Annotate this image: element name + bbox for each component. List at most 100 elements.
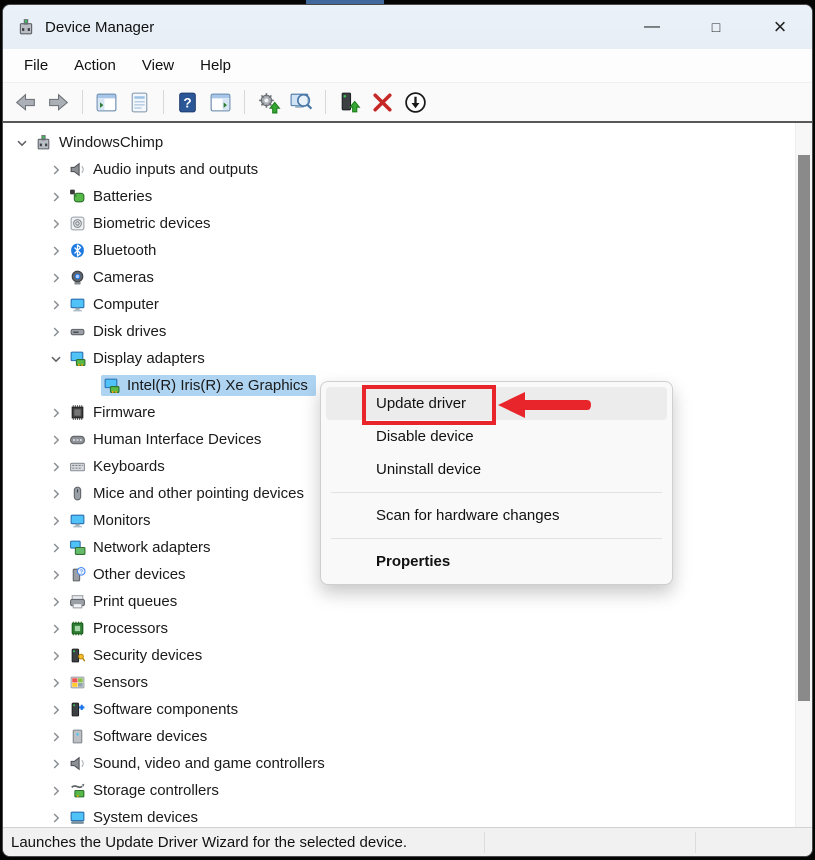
tree-item-windowschimp[interactable]: WindowsChimp	[3, 129, 795, 156]
maximize-button[interactable]: □	[684, 5, 748, 49]
tree-item-audio-inputs-and-outputs[interactable]: Audio inputs and outputs	[3, 156, 795, 183]
chevron-right-icon[interactable]	[45, 675, 67, 691]
chevron-right-icon[interactable]	[45, 162, 67, 178]
minimize-button[interactable]: —	[620, 5, 684, 49]
tree-item-core[interactable]: Firmware	[67, 402, 164, 423]
chevron-right-icon[interactable]	[45, 648, 67, 664]
tree-item-core[interactable]: Biometric devices	[67, 213, 219, 234]
sensor-icon	[69, 674, 86, 691]
tree-item-core[interactable]: Sensors	[67, 672, 156, 693]
uninstall-device-toolbar-button[interactable]	[366, 86, 399, 118]
tree-item-core[interactable]: WindowsChimp	[33, 132, 171, 153]
tree-item-bluetooth[interactable]: Bluetooth	[3, 237, 795, 264]
title-bar[interactable]: Device Manager — □ ×	[3, 5, 812, 49]
tree-item-core[interactable]: Network adapters	[67, 537, 219, 558]
tree-item-software-devices[interactable]: Software devices	[3, 723, 795, 750]
tree-item-biometric-devices[interactable]: Biometric devices	[3, 210, 795, 237]
help-icon: ?	[175, 90, 200, 115]
properties-doc-toolbar-button[interactable]	[123, 86, 156, 118]
tree-item-sound-video-and-game-controllers[interactable]: Sound, video and game controllers	[3, 750, 795, 777]
tree-item-core[interactable]: Cameras	[67, 267, 162, 288]
menu-file[interactable]: File	[11, 52, 61, 79]
tree-item-core[interactable]: Software components	[67, 699, 246, 720]
tree-item-cameras[interactable]: Cameras	[3, 264, 795, 291]
tree-item-storage-controllers[interactable]: Storage controllers	[3, 777, 795, 804]
tree-item-label: Intel(R) Iris(R) Xe Graphics	[127, 377, 308, 394]
tree-item-batteries[interactable]: Batteries	[3, 183, 795, 210]
chevron-right-icon[interactable]	[45, 270, 67, 286]
context-menu-item-disable-device[interactable]: Disable device	[326, 420, 667, 453]
tree-item-disk-drives[interactable]: Disk drives	[3, 318, 795, 345]
tree-item-core[interactable]: Keyboards	[67, 456, 173, 477]
tree-item-core[interactable]: System devices	[67, 807, 206, 827]
tree-item-processors[interactable]: Processors	[3, 615, 795, 642]
chevron-right-icon[interactable]	[45, 540, 67, 556]
chevron-right-icon[interactable]	[45, 405, 67, 421]
chevron-down-icon[interactable]	[45, 351, 67, 367]
chevron-right-icon[interactable]	[45, 189, 67, 205]
chevron-right-icon[interactable]	[45, 729, 67, 745]
chevron-right-icon[interactable]	[45, 216, 67, 232]
context-menu-item-uninstall-device[interactable]: Uninstall device	[326, 453, 667, 486]
chevron-right-icon[interactable]	[45, 810, 67, 826]
tree-item-core[interactable]: Human Interface Devices	[67, 429, 269, 450]
show-console-tree-toolbar-button[interactable]	[90, 86, 123, 118]
chevron-down-icon[interactable]	[11, 135, 33, 151]
tree-item-core[interactable]: Processors	[67, 618, 176, 639]
scan-hardware-changes-toolbar-button[interactable]	[285, 86, 318, 118]
chevron-right-icon[interactable]	[45, 756, 67, 772]
chevron-right-icon[interactable]	[45, 702, 67, 718]
tree-item-core[interactable]: Mice and other pointing devices	[67, 483, 312, 504]
tree-item-core[interactable]: Intel(R) Iris(R) Xe Graphics	[101, 375, 316, 396]
chevron-right-icon[interactable]	[45, 297, 67, 313]
show-action-pane-toolbar-button[interactable]	[204, 86, 237, 118]
tree-item-display-adapters[interactable]: Display adapters	[3, 345, 795, 372]
tree-item-core[interactable]: Display adapters	[67, 348, 213, 369]
chevron-right-icon[interactable]	[45, 783, 67, 799]
back-toolbar-button[interactable]	[9, 86, 42, 118]
chevron-right-icon[interactable]	[45, 324, 67, 340]
context-menu-item-properties[interactable]: Properties	[326, 545, 667, 578]
tree-item-security-devices[interactable]: Security devices	[3, 642, 795, 669]
tree-item-core[interactable]: Disk drives	[67, 321, 174, 342]
chevron-right-icon[interactable]	[45, 567, 67, 583]
chevron-right-icon[interactable]	[45, 594, 67, 610]
chevron-right-icon[interactable]	[45, 486, 67, 502]
help-toolbar-button[interactable]: ?	[171, 86, 204, 118]
scrollbar-thumb[interactable]	[798, 155, 810, 701]
tree-item-system-devices[interactable]: System devices	[3, 804, 795, 827]
chevron-right-icon[interactable]	[45, 243, 67, 259]
vertical-scrollbar[interactable]	[795, 123, 812, 827]
chevron-right-icon[interactable]	[45, 459, 67, 475]
tree-item-core[interactable]: ?Other devices	[67, 564, 194, 585]
tree-item-core[interactable]: Storage controllers	[67, 780, 227, 801]
tree-item-core[interactable]: Audio inputs and outputs	[67, 159, 266, 180]
tree-item-sensors[interactable]: Sensors	[3, 669, 795, 696]
tree-item-core[interactable]: Bluetooth	[67, 240, 164, 261]
close-button[interactable]: ×	[748, 5, 812, 49]
menu-view[interactable]: View	[129, 52, 187, 79]
update-driver-device-toolbar-button[interactable]	[333, 86, 366, 118]
context-menu-separator	[331, 492, 662, 493]
tree-item-core[interactable]: Sound, video and game controllers	[67, 753, 333, 774]
tree-item-core[interactable]: Print queues	[67, 591, 185, 612]
tree-item-core[interactable]: Security devices	[67, 645, 210, 666]
tree-item-software-components[interactable]: Software components	[3, 696, 795, 723]
tree-item-core[interactable]: Monitors	[67, 510, 159, 531]
tree-item-core[interactable]: Software devices	[67, 726, 215, 747]
tree-item-print-queues[interactable]: Print queues	[3, 588, 795, 615]
chevron-right-icon[interactable]	[45, 432, 67, 448]
context-menu-item-update-driver[interactable]: Update driver	[326, 387, 667, 420]
tree-item-core[interactable]: Computer	[67, 294, 167, 315]
menu-help[interactable]: Help	[187, 52, 244, 79]
tree-item-computer[interactable]: Computer	[3, 291, 795, 318]
monitor-icon	[69, 512, 86, 529]
chevron-right-icon[interactable]	[45, 513, 67, 529]
tree-item-core[interactable]: Batteries	[67, 186, 160, 207]
forward-toolbar-button[interactable]	[42, 86, 75, 118]
menu-action[interactable]: Action	[61, 52, 129, 79]
context-menu-item-scan-for-hardware-changes[interactable]: Scan for hardware changes	[326, 499, 667, 532]
update-driver-software-toolbar-button[interactable]	[252, 86, 285, 118]
chevron-right-icon[interactable]	[45, 621, 67, 637]
disable-device-toolbar-button[interactable]	[399, 86, 432, 118]
